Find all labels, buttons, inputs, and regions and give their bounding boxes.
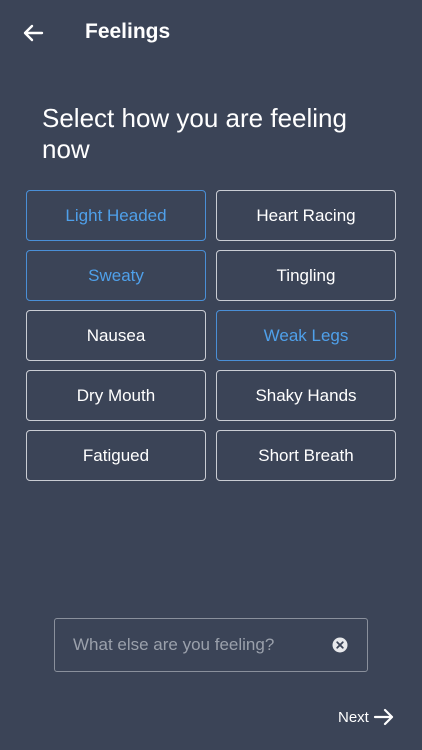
feeling-option-tingling[interactable]: Tingling [216,250,396,301]
feeling-option-label: Nausea [86,325,146,345]
feeling-prompt: Select how you are feeling now [42,103,347,164]
feeling-option-label: Light Headed [65,205,167,225]
feeling-option-nausea[interactable]: Nausea [26,310,206,361]
feeling-option-shaky-hands[interactable]: Shaky Hands [216,370,396,421]
feeling-option-label: Fatigued [82,445,150,465]
feeling-option-label: Sweaty [88,265,144,285]
app-header: Feelings [0,0,422,66]
feeling-option-weak-legs[interactable]: Weak Legs [216,310,396,361]
feeling-option-label: Tingling [276,265,336,285]
page-title: Feelings [85,20,171,43]
next-label: Next [338,708,369,726]
feeling-option-light-headed[interactable]: Light Headed [26,190,206,241]
arrow-left-icon [23,24,44,42]
clear-circle-icon[interactable] [332,637,348,653]
feeling-option-sweaty[interactable]: Sweaty [26,250,206,301]
feeling-option-label: Short Breath [258,445,354,465]
feeling-option-heart-racing[interactable]: Heart Racing [216,190,396,241]
feeling-option-fatigued[interactable]: Fatigued [26,430,206,481]
back-button[interactable] [18,18,48,48]
other-feeling-input[interactable] [73,619,323,670]
other-feeling-field [54,618,368,672]
feeling-option-short-breath[interactable]: Short Breath [216,430,396,481]
feeling-option-label: Heart Racing [256,205,356,225]
next-button[interactable]: Next [338,704,395,730]
arrow-right-icon [373,708,393,726]
feeling-option-label: Shaky Hands [255,385,357,405]
feeling-option-dry-mouth[interactable]: Dry Mouth [26,370,206,421]
feelings-grid: Light Headed Heart Racing Sweaty Tinglin… [26,190,396,481]
feeling-option-label: Dry Mouth [76,385,156,405]
feeling-option-label: Weak Legs [263,325,349,345]
